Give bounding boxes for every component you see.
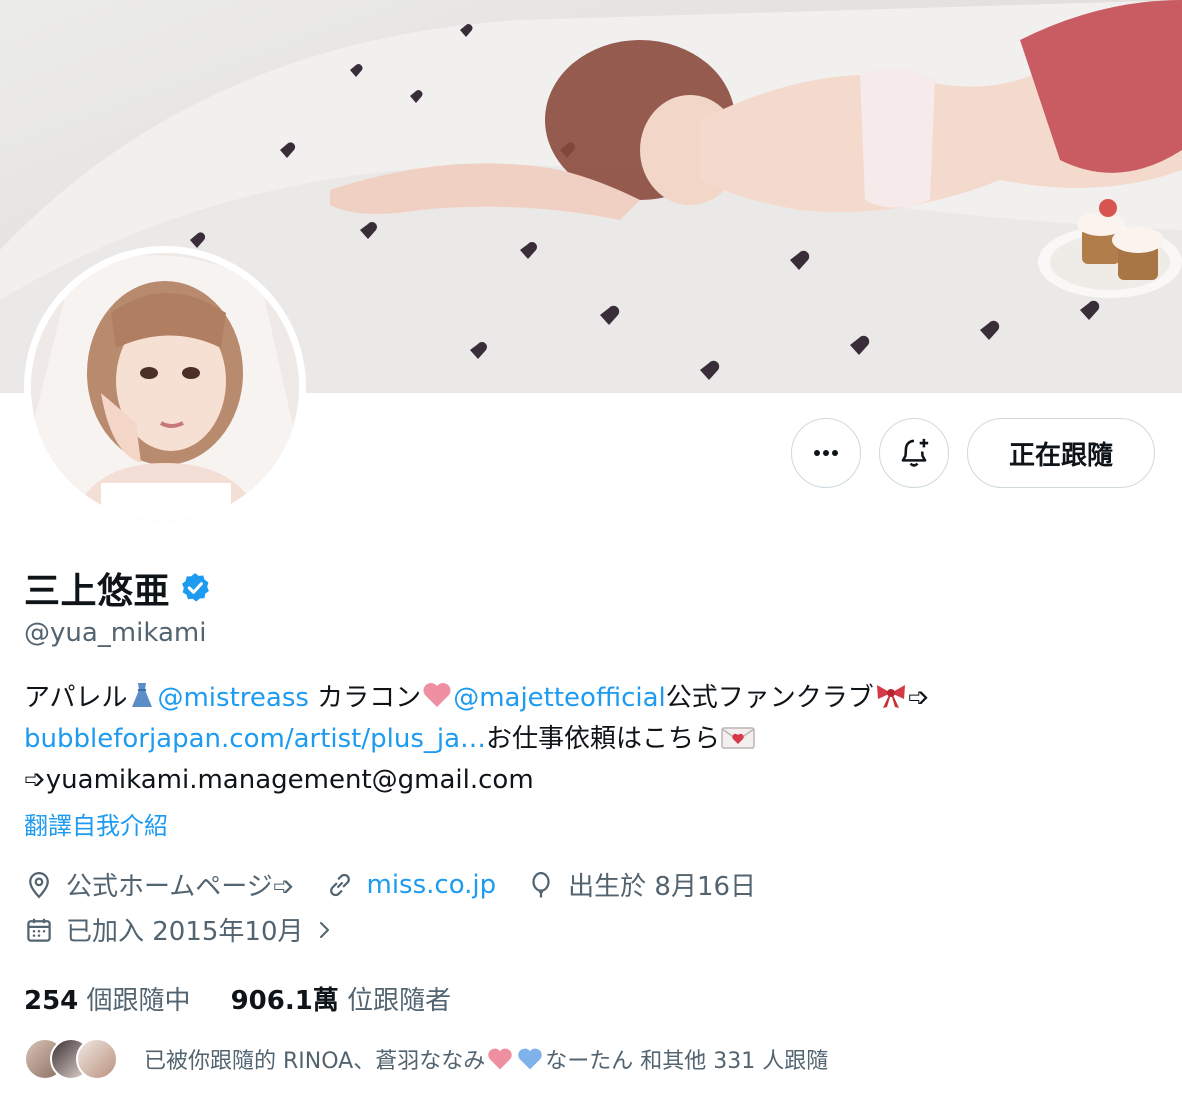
more-dots-icon: [814, 450, 838, 456]
following-count: 254: [24, 986, 79, 1016]
bio-url-link[interactable]: bubbleforjapan.com/artist/plus_ja…: [24, 724, 486, 754]
follow-stats: 254 個跟隨中 906.1萬 位跟隨者: [24, 980, 491, 1017]
profile-meta: 公式ホームページ➩ miss.co.jp 出生於 8月16日: [24, 866, 786, 903]
love-letter-emoji: [721, 727, 755, 749]
avatar-image: [31, 253, 299, 521]
following-stat[interactable]: 254 個跟隨中: [24, 980, 191, 1017]
bio-text: アパレル: [24, 683, 128, 713]
pink-heart-emoji: [488, 1048, 512, 1070]
link-icon: [329, 873, 350, 896]
calendar-icon: [27, 918, 51, 942]
joined-text: 已加入 2015年10月: [66, 917, 304, 947]
followers-count: 906.1萬: [230, 986, 339, 1016]
followed-by-text-b: なーたん 和其他 331 人跟隨: [545, 1049, 829, 1074]
location-text: 公式ホームページ➩: [66, 872, 295, 902]
dress-emoji: [132, 683, 153, 707]
following-label: 個跟隨中: [86, 986, 191, 1016]
followers-label: 位跟隨者: [347, 986, 452, 1016]
handle: @yua_mikami: [24, 618, 207, 648]
following-button[interactable]: 正在跟隨: [967, 418, 1155, 488]
verified-badge-icon[interactable]: [178, 571, 212, 605]
bio-arrow: ➩: [907, 683, 930, 713]
chevron-right-icon: [319, 921, 329, 938]
followed-by[interactable]: 已被你跟隨的 RINOA、蒼羽ななみ なーたん 和其他 331 人跟隨: [24, 1036, 828, 1082]
profile-avatar[interactable]: [24, 246, 306, 528]
location-item: 公式ホームページ➩: [24, 866, 295, 903]
website-link[interactable]: miss.co.jp: [367, 870, 497, 900]
followed-by-text-a: 已被你跟隨的 RINOA、蒼羽ななみ: [144, 1049, 486, 1074]
bio-text: お仕事依頼はこちら: [486, 724, 721, 754]
website-item[interactable]: miss.co.jp: [325, 870, 497, 900]
followed-by-text: 已被你跟隨的 RINOA、蒼羽ななみ なーたん 和其他 331 人跟隨: [144, 1043, 828, 1075]
name-row: 三上悠亜: [24, 562, 212, 614]
joined-row[interactable]: 已加入 2015年10月: [24, 911, 366, 948]
display-name: 三上悠亜: [24, 571, 171, 612]
more-button[interactable]: [791, 418, 861, 488]
mention-mistreass[interactable]: @mistreass: [157, 683, 308, 713]
translate-bio-link[interactable]: 翻譯自我介紹: [24, 806, 168, 841]
bio: アパレル @mistreass カラコン @majetteofficial公式ファン…: [24, 678, 1144, 801]
bio-text: カラコン: [308, 683, 422, 713]
location-icon: [29, 871, 49, 898]
balloon-icon: [532, 871, 550, 897]
bell-plus-icon: [901, 438, 929, 467]
followers-stat[interactable]: 906.1萬 位跟隨者: [231, 980, 452, 1017]
notifications-button[interactable]: [879, 418, 949, 488]
mention-majetteofficial[interactable]: @majetteofficial: [453, 683, 666, 713]
joined-item[interactable]: 已加入 2015年10月: [24, 911, 336, 948]
blue-heart-emoji: [518, 1048, 542, 1070]
avatar: [76, 1038, 118, 1080]
pink-heart-emoji: [423, 683, 451, 707]
followed-by-avatars: [24, 1036, 124, 1082]
birthday-text: 出生於 8月16日: [568, 872, 757, 902]
bio-text: 公式ファンクラブ: [665, 683, 874, 713]
birthday-item: 出生於 8月16日: [526, 866, 756, 903]
bio-email: ➩yuamikami.management@gmail.com: [24, 765, 534, 795]
ribbon-emoji: [876, 685, 905, 708]
